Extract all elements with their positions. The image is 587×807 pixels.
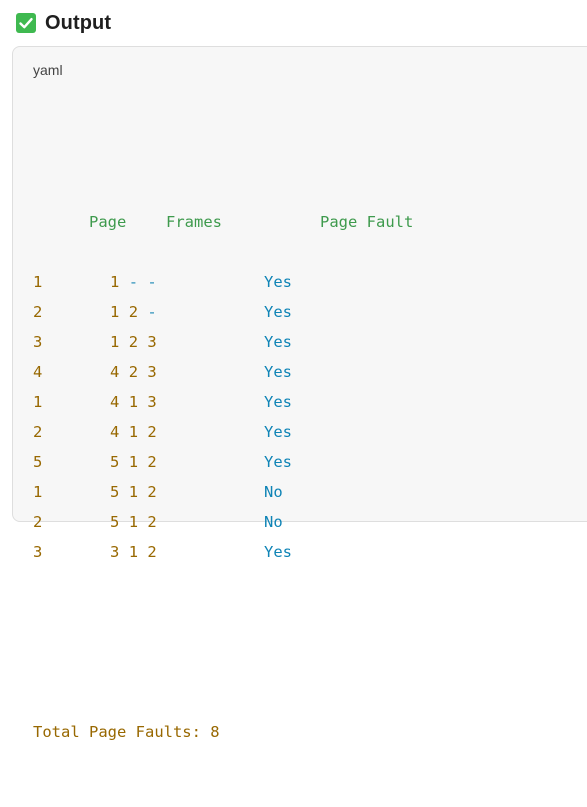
row-page-fault: No bbox=[264, 483, 283, 501]
row-page: 3 bbox=[33, 333, 43, 351]
check-box-icon bbox=[16, 13, 36, 33]
frame-slot: 1 bbox=[128, 543, 139, 561]
row-frames: 5 1 2 bbox=[110, 507, 264, 537]
code-rows: 11 - - Yes 2 1 2 - Yes 3 1 2 3 Yes 4 4 2 3 Yes 1 4 1… bbox=[33, 267, 413, 567]
row-page: 2 bbox=[33, 303, 43, 321]
frame-slot: 2 bbox=[128, 333, 139, 351]
code-header-row: Page Frames Page Fault bbox=[33, 177, 413, 231]
table-row: 21 2 - Yes bbox=[33, 297, 413, 327]
frame-slot: 1 bbox=[110, 333, 120, 351]
frame-slot: 4 bbox=[110, 423, 120, 441]
total-page-faults: Total Page Faults: 8 bbox=[33, 723, 220, 741]
frame-slot: 2 bbox=[128, 303, 139, 321]
frame-slot: 2 bbox=[147, 423, 157, 441]
table-row: 24 1 2 Yes bbox=[33, 417, 413, 447]
frame-slot: 5 bbox=[110, 513, 120, 531]
row-page: 1 bbox=[33, 273, 43, 291]
frame-slot: - bbox=[147, 273, 157, 291]
frame-slot: 4 bbox=[110, 363, 120, 381]
row-frames: 4 1 3 bbox=[110, 387, 264, 417]
frame-slot: 2 bbox=[147, 513, 157, 531]
row-page: 2 bbox=[33, 513, 43, 531]
frame-slot: 1 bbox=[128, 453, 139, 471]
frame-slot: 2 bbox=[128, 363, 139, 381]
table-row: 15 1 2 No bbox=[33, 477, 413, 507]
row-page-fault: Yes bbox=[264, 363, 292, 381]
code-language-label: yaml bbox=[33, 62, 63, 78]
table-row: 55 1 2 Yes bbox=[33, 447, 413, 477]
frame-slot: 2 bbox=[147, 543, 157, 561]
frame-slot: 3 bbox=[147, 393, 157, 411]
row-frames: 5 1 2 bbox=[110, 447, 264, 477]
row-page-fault: Yes bbox=[264, 273, 292, 291]
frame-slot: 3 bbox=[147, 333, 157, 351]
code-block[interactable]: yaml Page Frames Page Fault 11 - - Yes 2 1 2 … bbox=[12, 46, 587, 741]
frame-slot: 3 bbox=[147, 363, 157, 381]
row-frames: 1 2 - bbox=[110, 297, 264, 327]
frame-slot: 1 bbox=[110, 273, 120, 291]
frame-slot: - bbox=[128, 273, 139, 291]
table-row: 31 2 3 Yes bbox=[33, 327, 413, 357]
row-frames: 4 1 2 bbox=[110, 417, 264, 447]
row-frames: 4 2 3 bbox=[110, 357, 264, 387]
frame-slot: 3 bbox=[110, 543, 120, 561]
row-page: 3 bbox=[33, 543, 43, 561]
row-frames: 1 2 3 bbox=[110, 327, 264, 357]
frame-slot: 5 bbox=[110, 453, 120, 471]
row-page: 2 bbox=[33, 423, 43, 441]
column-header-frames: Frames bbox=[166, 213, 222, 231]
frame-slot: 1 bbox=[110, 303, 120, 321]
frame-slot: 5 bbox=[110, 483, 120, 501]
row-frames: 3 1 2 bbox=[110, 537, 264, 567]
frame-slot: - bbox=[147, 303, 157, 321]
table-row: 44 2 3 Yes bbox=[33, 357, 413, 387]
frame-slot: 1 bbox=[128, 393, 139, 411]
section-title: Output bbox=[45, 11, 112, 34]
frame-slot: 4 bbox=[110, 393, 120, 411]
row-page-fault: Yes bbox=[264, 423, 292, 441]
row-page: 1 bbox=[33, 393, 43, 411]
output-header: Output bbox=[16, 10, 111, 36]
row-page: 5 bbox=[33, 453, 43, 471]
table-row: 14 1 3 Yes bbox=[33, 387, 413, 417]
code-content[interactable]: Page Frames Page Fault 11 - - Yes 2 1 2 - Yes 3… bbox=[33, 117, 413, 807]
row-page-fault: Yes bbox=[264, 333, 292, 351]
frame-slot: 2 bbox=[147, 453, 157, 471]
row-page: 4 bbox=[33, 363, 43, 381]
frame-slot: 1 bbox=[128, 513, 139, 531]
row-frames: 1 - - bbox=[110, 267, 264, 297]
row-page-fault: Yes bbox=[264, 393, 292, 411]
row-frames: 5 1 2 bbox=[110, 477, 264, 507]
row-page-fault: Yes bbox=[264, 453, 292, 471]
table-row: 25 1 2 No bbox=[33, 507, 413, 537]
row-page-fault: Yes bbox=[264, 303, 292, 321]
column-header-page-fault: Page Fault bbox=[320, 213, 414, 231]
frame-slot: 2 bbox=[147, 483, 157, 501]
frame-slot: 1 bbox=[128, 423, 139, 441]
row-page-fault: Yes bbox=[264, 543, 292, 561]
column-header-page: Page bbox=[89, 213, 127, 231]
row-page: 1 bbox=[33, 483, 43, 501]
table-row: 11 - - Yes bbox=[33, 267, 413, 297]
row-page-fault: No bbox=[264, 513, 283, 531]
table-row: 33 1 2 Yes bbox=[33, 537, 413, 567]
frame-slot: 1 bbox=[128, 483, 139, 501]
